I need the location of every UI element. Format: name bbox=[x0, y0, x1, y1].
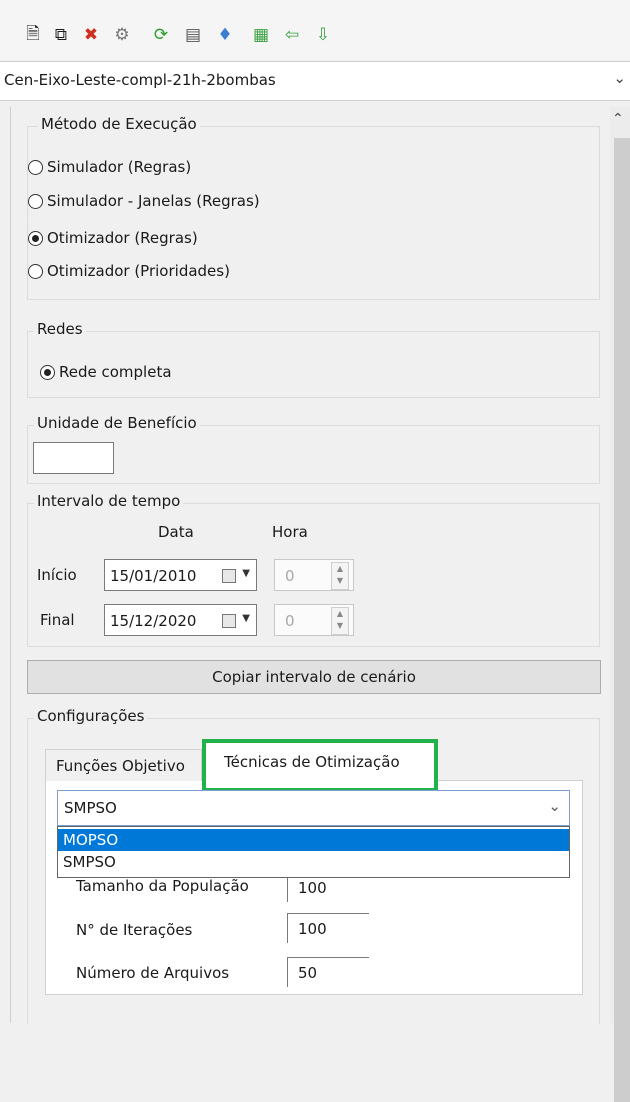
inicio-label: Início bbox=[37, 566, 77, 584]
radio-label: Otimizador (Prioridades) bbox=[47, 262, 230, 280]
col-data-header: Data bbox=[158, 523, 194, 541]
radio-label: Rede completa bbox=[59, 363, 172, 381]
inicio-hora-value: 0 bbox=[285, 567, 295, 585]
copy-file-icon[interactable]: ⧉ bbox=[50, 24, 72, 46]
populacao-label: Tamanho da População bbox=[76, 877, 249, 895]
radio-button[interactable] bbox=[28, 193, 43, 209]
radio-button-checked[interactable] bbox=[40, 364, 55, 380]
scenario-value: Cen-Eixo-Leste-compl-21h-2bombas bbox=[4, 71, 276, 89]
populacao-value: 100 bbox=[298, 879, 327, 897]
unidade-input[interactable] bbox=[33, 442, 114, 474]
radio-button[interactable] bbox=[28, 159, 43, 175]
tag-icon[interactable]: ♦ bbox=[214, 24, 236, 46]
tab-label: Funções Objetivo bbox=[56, 757, 185, 775]
iteracoes-value: 100 bbox=[298, 920, 327, 938]
radio-label: Simulador (Regras) bbox=[47, 158, 192, 176]
inicio-hora-spinner[interactable]: 0 ▲ ▼ bbox=[274, 559, 354, 591]
algorithm-selected-value: SMPSO bbox=[64, 799, 117, 817]
scrollbar-thumb[interactable] bbox=[614, 138, 630, 1102]
chevron-down-icon[interactable]: ⌄ bbox=[548, 797, 561, 815]
import-icon[interactable]: ⇦ bbox=[281, 24, 303, 46]
refresh-icon[interactable]: ⟳ bbox=[150, 24, 172, 46]
arquivos-input[interactable]: 50 bbox=[287, 957, 369, 987]
inicio-date-picker[interactable]: 15/01/2010 ▼ bbox=[104, 559, 257, 591]
radio-rede-completa[interactable]: Rede completa bbox=[40, 363, 172, 381]
export-icon[interactable]: ▦ bbox=[250, 24, 272, 46]
radio-button-checked[interactable] bbox=[28, 230, 43, 246]
settings-icon[interactable]: ⚙ bbox=[111, 24, 133, 46]
scenario-combobox[interactable]: Cen-Eixo-Leste-compl-21h-2bombas ⌄ bbox=[0, 61, 630, 101]
scroll-up-icon[interactable]: ⌃ bbox=[612, 111, 624, 127]
radio-label: Simulador - Janelas (Regras) bbox=[47, 192, 260, 210]
arquivos-label: Número de Arquivos bbox=[76, 964, 230, 982]
spinner-arrows-icon[interactable]: ▲ ▼ bbox=[331, 562, 349, 590]
radio-label: Otimizador (Regras) bbox=[47, 229, 198, 247]
calendar-icon[interactable] bbox=[222, 569, 236, 583]
dropdown-option-smpso[interactable]: SMPSO bbox=[58, 851, 569, 873]
final-date-picker[interactable]: 15/12/2020 ▼ bbox=[104, 604, 257, 636]
list-icon[interactable]: ▤ bbox=[182, 24, 204, 46]
final-hora-value: 0 bbox=[285, 612, 295, 630]
toolbar: 🗎 ⧉ ✖ ⚙ ⟳ ▤ ♦ ▦ ⇦ ⇩ bbox=[0, 0, 630, 60]
final-hora-spinner[interactable]: 0 ▲ ▼ bbox=[274, 604, 354, 636]
iteracoes-input[interactable]: 100 bbox=[287, 913, 369, 943]
chevron-down-icon[interactable]: ⌄ bbox=[613, 69, 626, 87]
tab-tecnicas-otimizacao[interactable]: Técnicas de Otimização bbox=[202, 739, 438, 792]
download-icon[interactable]: ⇩ bbox=[312, 24, 334, 46]
tab-funcoes-objetivo[interactable]: Funções Objetivo bbox=[45, 749, 202, 781]
unidade-legend: Unidade de Benefício bbox=[34, 414, 200, 432]
redes-legend: Redes bbox=[34, 320, 86, 338]
tab-label: Técnicas de Otimização bbox=[224, 753, 400, 771]
final-label: Final bbox=[40, 611, 75, 629]
inicio-date-value: 15/01/2010 bbox=[110, 567, 197, 585]
algorithm-combobox[interactable]: SMPSO ⌄ bbox=[57, 790, 570, 826]
radio-simulador-regras[interactable]: Simulador (Regras) bbox=[28, 158, 191, 176]
algorithm-dropdown-list: MOPSO SMPSO bbox=[57, 826, 570, 878]
new-file-icon[interactable]: 🗎 bbox=[22, 24, 44, 46]
dropdown-option-mopso[interactable]: MOPSO bbox=[58, 829, 569, 851]
copy-interval-button[interactable]: Copiar intervalo de cenário bbox=[27, 660, 601, 694]
dropdown-arrow-icon[interactable]: ▼ bbox=[242, 568, 250, 579]
vertical-scrollbar[interactable]: ⌃ bbox=[610, 107, 630, 1102]
dropdown-arrow-icon[interactable]: ▼ bbox=[242, 613, 250, 624]
configuracoes-legend: Configurações bbox=[34, 707, 148, 725]
calendar-icon[interactable] bbox=[222, 614, 236, 628]
radio-simulador-janelas[interactable]: Simulador - Janelas (Regras) bbox=[28, 192, 260, 210]
metodo-legend: Método de Execução bbox=[38, 115, 200, 133]
final-date-value: 15/12/2020 bbox=[110, 612, 197, 630]
arquivos-value: 50 bbox=[298, 964, 318, 982]
radio-otimizador-regras[interactable]: Otimizador (Regras) bbox=[28, 229, 198, 247]
delete-file-icon[interactable]: ✖ bbox=[80, 24, 102, 46]
col-hora-header: Hora bbox=[272, 523, 308, 541]
iteracoes-label: N° de Iterações bbox=[76, 921, 193, 939]
radio-otimizador-prioridades[interactable]: Otimizador (Prioridades) bbox=[28, 262, 230, 280]
intervalo-legend: Intervalo de tempo bbox=[34, 492, 184, 510]
spinner-arrows-icon[interactable]: ▲ ▼ bbox=[331, 607, 349, 635]
radio-button[interactable] bbox=[28, 263, 43, 279]
